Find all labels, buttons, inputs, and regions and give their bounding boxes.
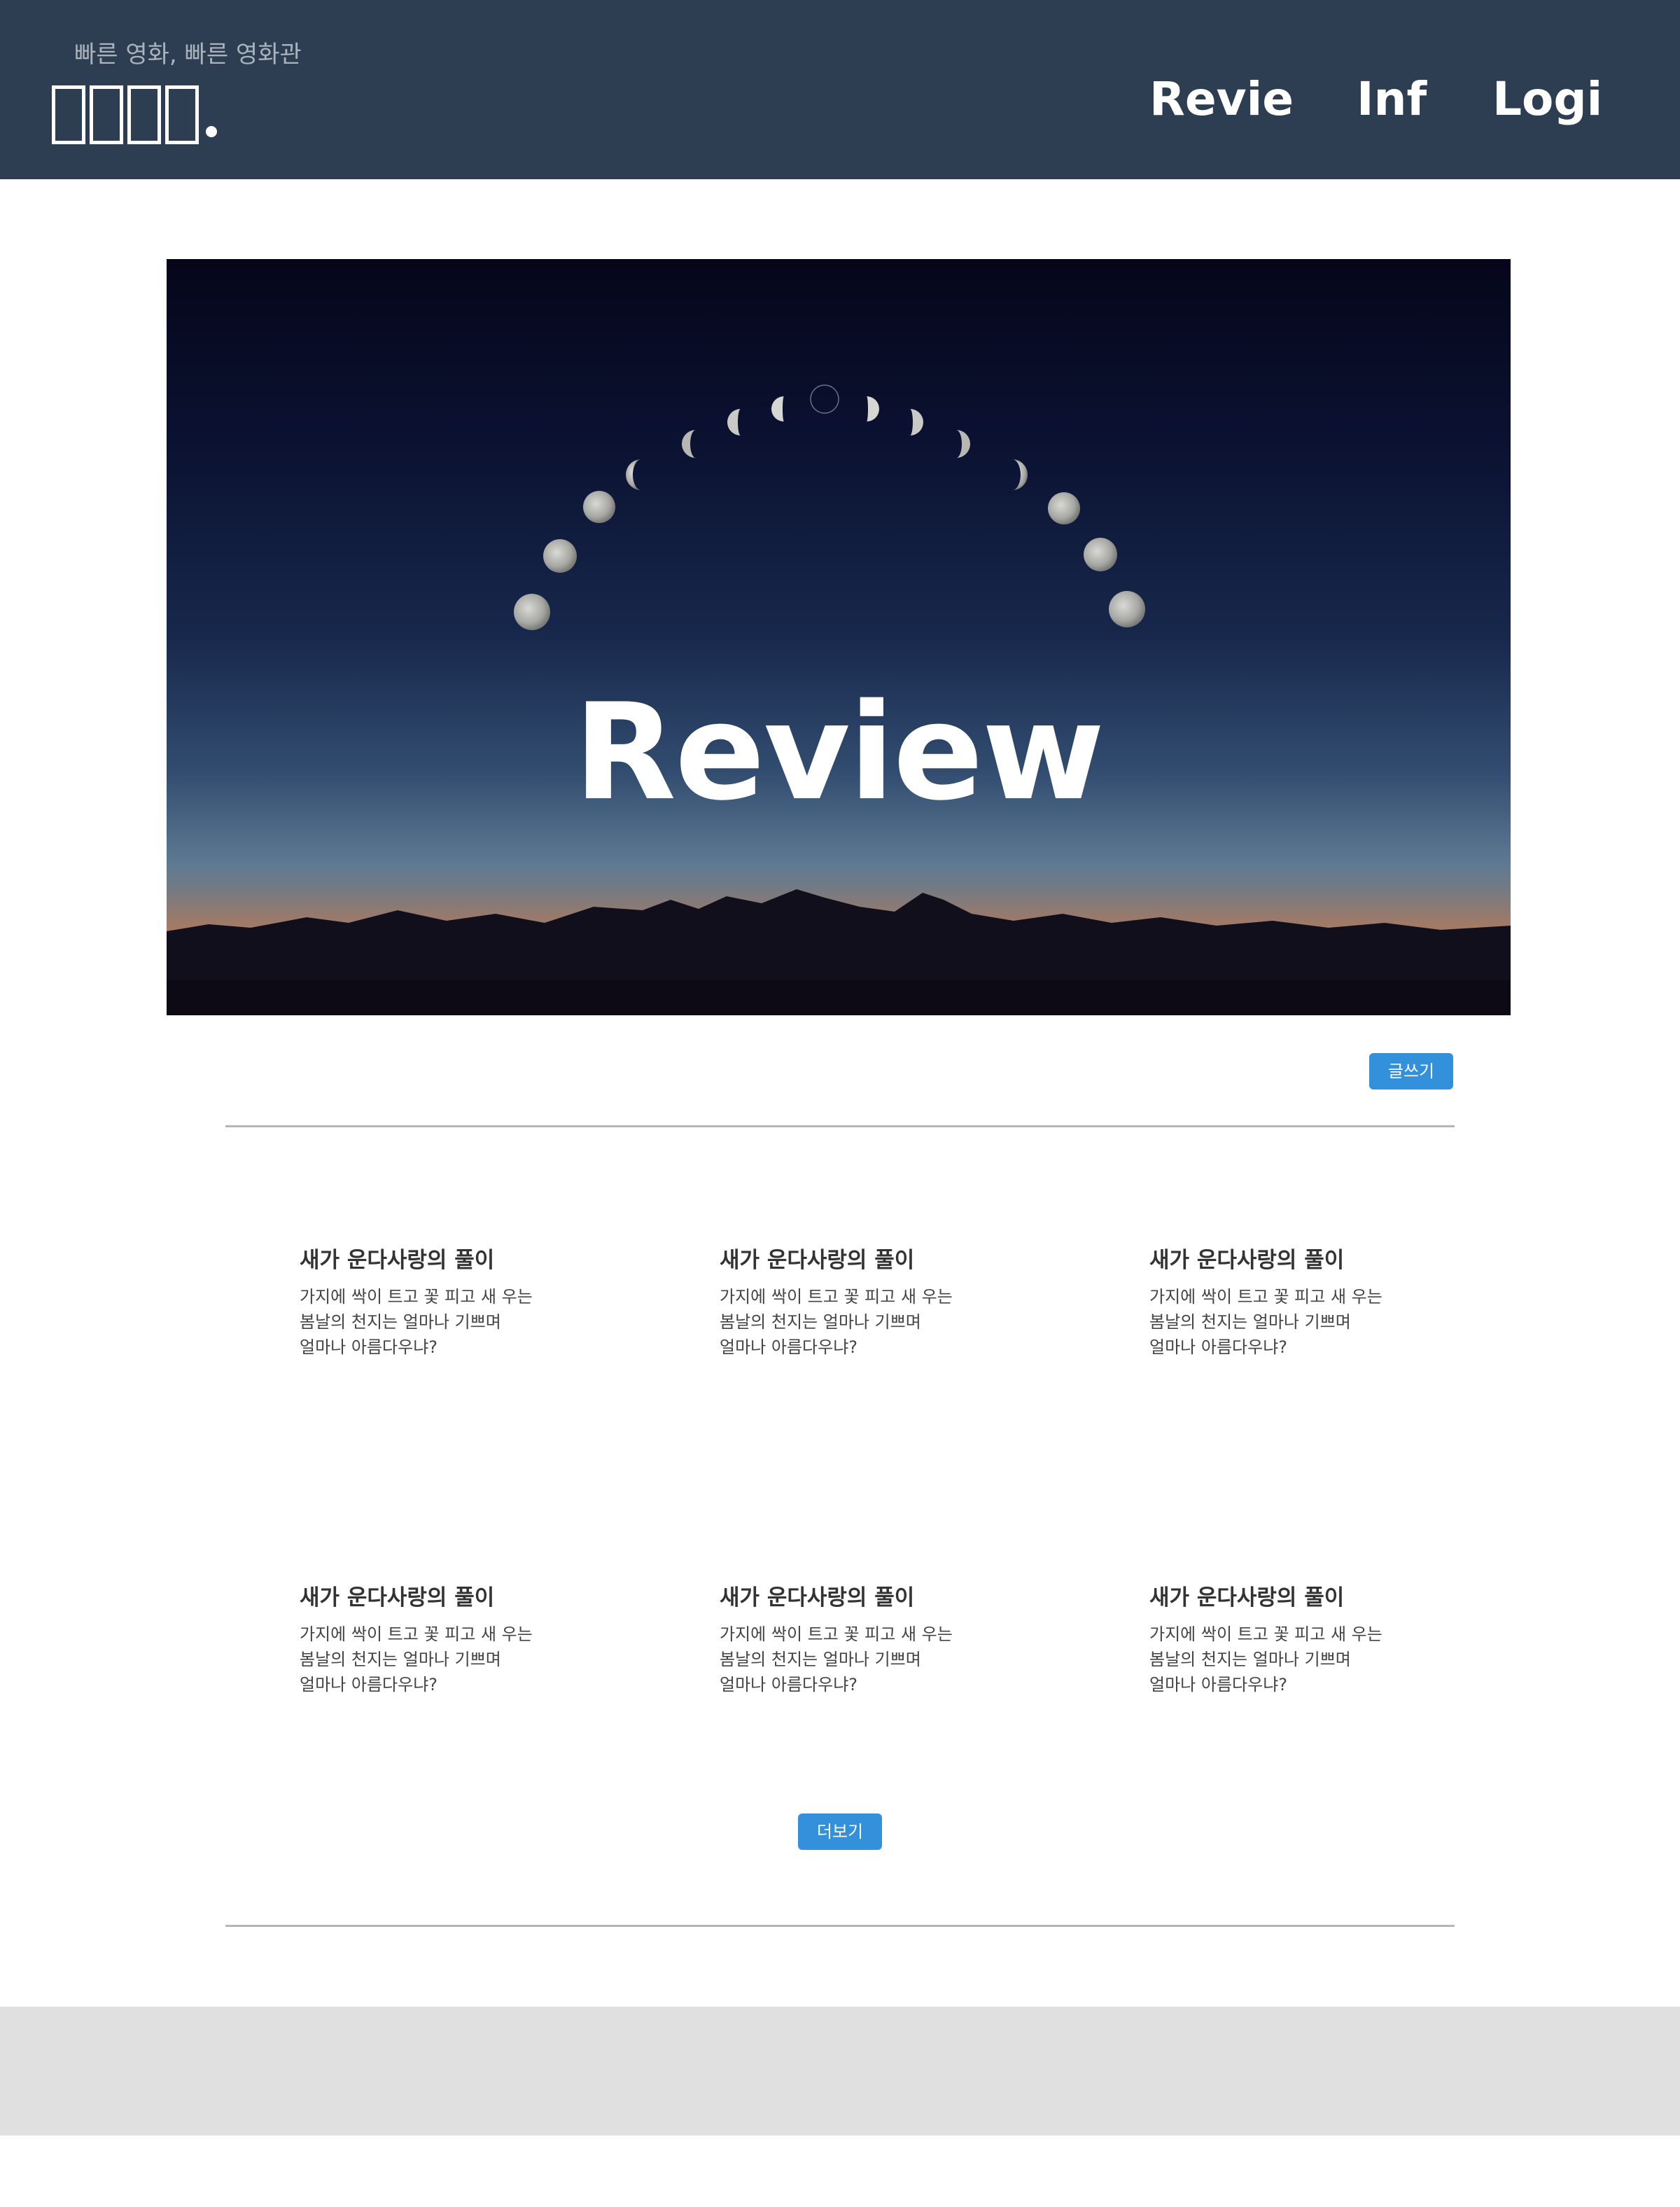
post-excerpt-line: 가지에 싹이 트고 꽃 피고 새 우는 [300, 1287, 533, 1307]
post-excerpt-line: 봄날의 천지는 얼마나 기쁘며 [1149, 1650, 1351, 1669]
post-excerpt-line: 가지에 싹이 트고 꽃 피고 새 우는 [1149, 1624, 1382, 1644]
post-title: 새가 운다사랑의 풀이 [1149, 1585, 1345, 1610]
moon-gibbous-icon [1048, 492, 1080, 524]
moon-crescent-icon [682, 430, 696, 458]
post-excerpt-line: 얼마나 아름다우냐? [300, 1675, 438, 1694]
post-title: 새가 운다사랑의 풀이 [300, 1585, 495, 1610]
moon-gibbous-icon [543, 539, 577, 573]
post-card[interactable]: 새가 운다사랑의 풀이 가지에 싹이 트고 꽃 피고 새 우는 봄날의 천지는 … [1149, 1246, 1443, 1360]
moon-crescent-icon [956, 430, 970, 458]
post-excerpt-line: 가지에 싹이 트고 꽃 피고 새 우는 [300, 1624, 533, 1644]
post-excerpt-line: 봄날의 천지는 얼마나 기쁘며 [1149, 1312, 1351, 1332]
site-logo[interactable] [52, 74, 217, 144]
logo-glyph [127, 85, 161, 144]
post-excerpt-line: 얼마나 아름다우냐? [1149, 1337, 1288, 1357]
post-excerpt: 가지에 싹이 트고 꽃 피고 새 우는 봄날의 천지는 얼마나 기쁘며 얼마나 … [1149, 1622, 1443, 1697]
post-title: 새가 운다사랑의 풀이 [300, 1248, 495, 1273]
moon-gibbous-icon [583, 491, 615, 523]
post-excerpt-line: 봄날의 천지는 얼마나 기쁘며 [720, 1650, 921, 1669]
post-excerpt-line: 가지에 싹이 트고 꽃 피고 새 우는 [720, 1287, 953, 1307]
post-excerpt: 가지에 싹이 트고 꽃 피고 새 우는 봄날의 천지는 얼마나 기쁘며 얼마나 … [720, 1622, 1014, 1697]
section-divider [225, 1125, 1455, 1127]
moon-crescent-icon [867, 396, 879, 422]
post-excerpt: 가지에 싹이 트고 꽃 피고 새 우는 봄날의 천지는 얼마나 기쁘며 얼마나 … [300, 1284, 594, 1360]
moon-full-icon [1109, 591, 1145, 627]
post-excerpt-line: 얼마나 아름다우냐? [720, 1675, 858, 1694]
hero-background-image [167, 384, 1511, 1015]
section-divider [225, 1925, 1455, 1927]
post-excerpt-line: 봄날의 천지는 얼마나 기쁘며 [300, 1650, 501, 1669]
post-excerpt-line: 가지에 싹이 트고 꽃 피고 새 우는 [720, 1624, 953, 1644]
nav-review-link[interactable]: Revie [1149, 71, 1294, 127]
moon-half-icon [626, 459, 641, 490]
site-footer [0, 2007, 1680, 2136]
site-header: 빠른 영화, 빠른 영화관 Revie Inf Logi [0, 0, 1680, 179]
moon-full-icon [514, 594, 550, 630]
moon-crescent-icon [771, 396, 784, 422]
nav-login-link[interactable]: Logi [1492, 71, 1602, 127]
post-excerpt: 가지에 싹이 트고 꽃 피고 새 우는 봄날의 천지는 얼마나 기쁘며 얼마나 … [300, 1622, 594, 1697]
post-title: 새가 운다사랑의 풀이 [720, 1585, 915, 1610]
post-card[interactable]: 새가 운다사랑의 풀이 가지에 싹이 트고 꽃 피고 새 우는 봄날의 천지는 … [1149, 1584, 1443, 1697]
hero-title: Review [573, 675, 1105, 830]
logo-glyph [165, 85, 199, 144]
post-card[interactable]: 새가 운다사랑의 풀이 가지에 싹이 트고 꽃 피고 새 우는 봄날의 천지는 … [720, 1584, 1014, 1697]
logo-dot [206, 126, 217, 137]
moon-crescent-icon [910, 409, 923, 436]
ground-shadow [167, 980, 1511, 1015]
post-card[interactable]: 새가 운다사랑의 풀이 가지에 싹이 트고 꽃 피고 새 우는 봄날의 천지는 … [720, 1246, 1014, 1360]
moon-crescent-icon [727, 409, 741, 436]
hero-banner: Review [167, 259, 1511, 1015]
post-excerpt-line: 얼마나 아름다우냐? [1149, 1675, 1288, 1694]
site-tagline: 빠른 영화, 빠른 영화관 [74, 41, 302, 69]
logo-glyph [52, 85, 85, 144]
post-card[interactable]: 새가 운다사랑의 풀이 가지에 싹이 트고 꽃 피고 새 우는 봄날의 천지는 … [300, 1584, 594, 1697]
post-excerpt: 가지에 싹이 트고 꽃 피고 새 우는 봄날의 천지는 얼마나 기쁘며 얼마나 … [720, 1284, 1014, 1360]
post-card[interactable]: 새가 운다사랑의 풀이 가지에 싹이 트고 꽃 피고 새 우는 봄날의 천지는 … [300, 1246, 594, 1360]
post-excerpt-line: 봄날의 천지는 얼마나 기쁘며 [300, 1312, 501, 1332]
moon-half-icon [1012, 459, 1028, 490]
logo-glyph [90, 85, 123, 144]
post-excerpt-line: 얼마나 아름다우냐? [720, 1337, 858, 1357]
post-excerpt-line: 얼마나 아름다우냐? [300, 1337, 438, 1357]
post-excerpt-line: 가지에 싹이 트고 꽃 피고 새 우는 [1149, 1287, 1382, 1307]
moon-gibbous-icon [1084, 538, 1117, 571]
post-excerpt: 가지에 싹이 트고 꽃 피고 새 우는 봄날의 천지는 얼마나 기쁘며 얼마나 … [1149, 1284, 1443, 1360]
post-excerpt-line: 봄날의 천지는 얼마나 기쁘며 [720, 1312, 921, 1332]
post-title: 새가 운다사랑의 풀이 [720, 1248, 915, 1273]
moon-new-icon [810, 384, 839, 414]
load-more-button[interactable]: 더보기 [798, 1813, 882, 1850]
moon-phases [514, 384, 1145, 630]
nav-info-link[interactable]: Inf [1357, 71, 1427, 127]
post-title: 새가 운다사랑의 풀이 [1149, 1248, 1345, 1273]
write-post-button[interactable]: 글쓰기 [1369, 1053, 1453, 1089]
